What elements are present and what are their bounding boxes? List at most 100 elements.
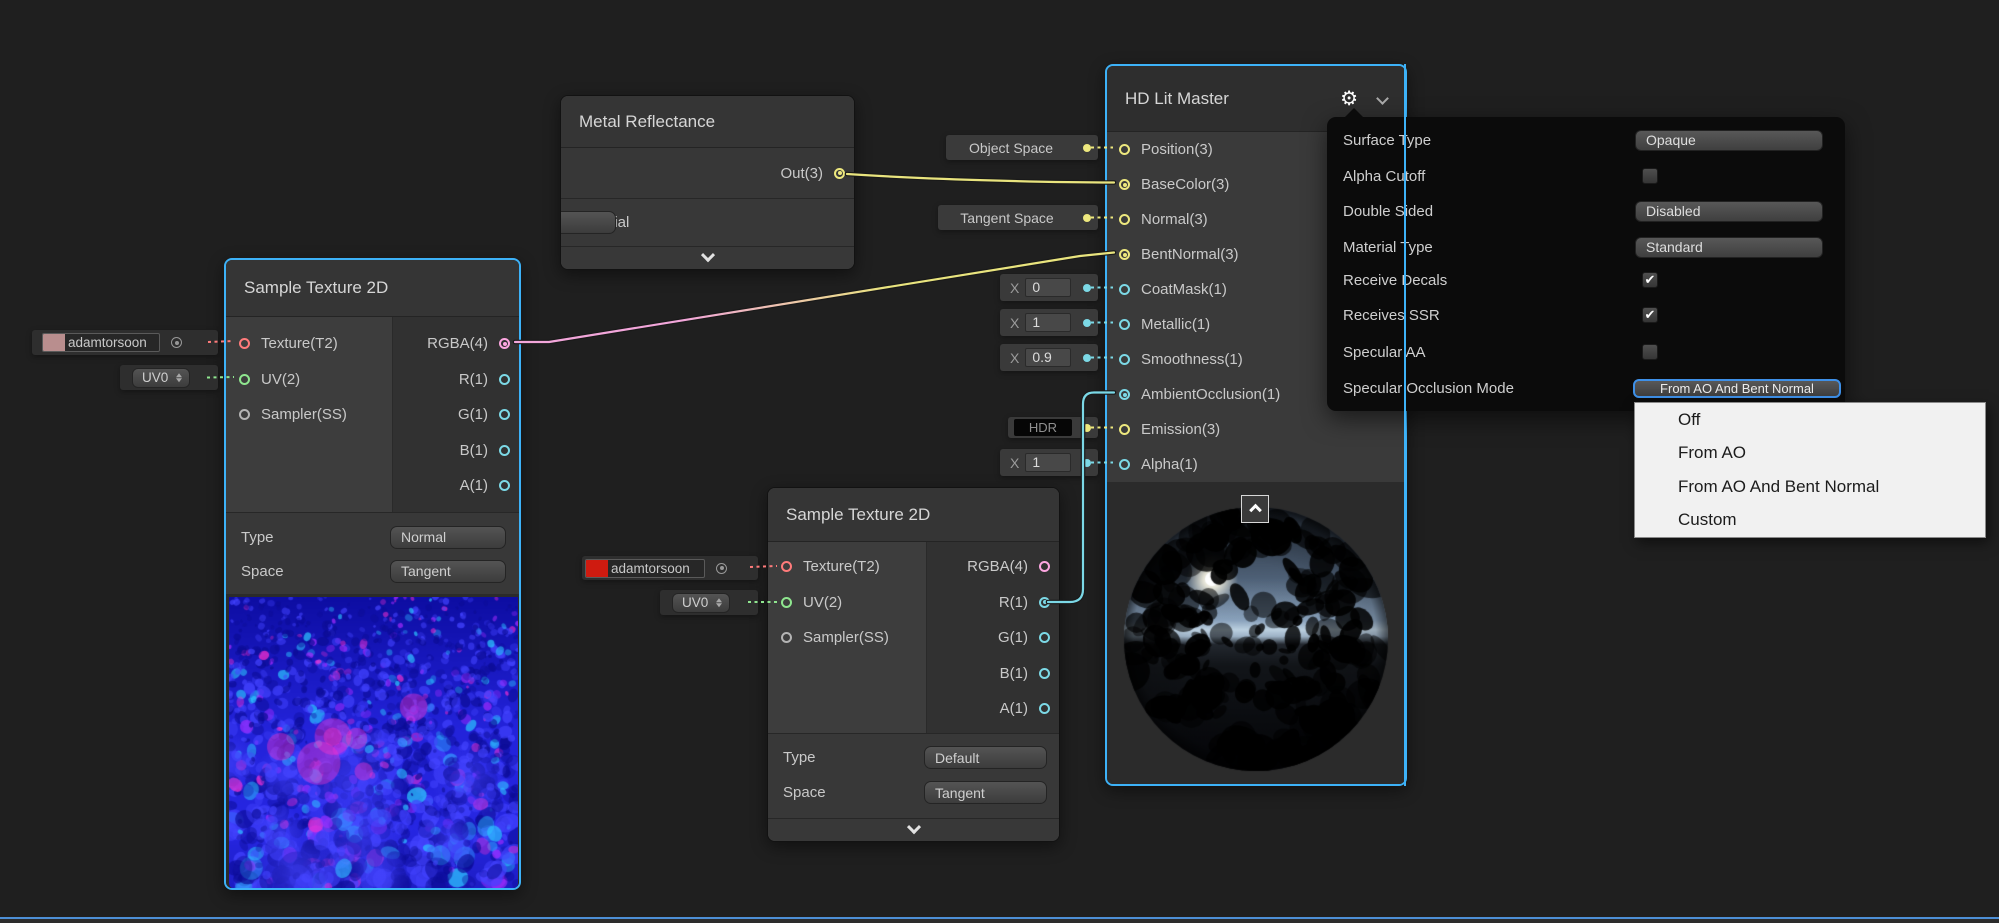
input-port-icon[interactable] — [1119, 284, 1130, 295]
input-port-icon[interactable] — [1119, 179, 1130, 190]
settings-checkbox[interactable] — [1642, 168, 1658, 184]
output-port-icon[interactable] — [1039, 668, 1050, 679]
control-dropdown[interactable]: Normal — [390, 526, 506, 549]
node-titlebar[interactable]: Sample Texture 2D — [768, 488, 1059, 542]
enum-popup-option[interactable]: From AO And Bent Normal — [1635, 470, 1985, 504]
gear-icon[interactable]: ⚙ — [1340, 89, 1358, 109]
pill-smoothness-value[interactable]: X 0.9 — [1000, 344, 1098, 371]
pill-port-dot[interactable] — [1083, 214, 1091, 222]
texture-swatch — [586, 560, 608, 577]
output-port-icon[interactable] — [499, 374, 510, 385]
input-port-icon[interactable] — [1119, 249, 1130, 260]
pill-metallic-value[interactable]: X 1 — [1000, 309, 1098, 336]
output-port-icon[interactable] — [499, 409, 510, 420]
collapse-preview-button[interactable] — [1241, 495, 1269, 523]
input-port-icon[interactable] — [1119, 354, 1130, 365]
port-label: RGBA(4) — [427, 335, 488, 352]
settings-dropdown[interactable]: Opaque — [1635, 130, 1823, 151]
value-field[interactable]: 0 — [1025, 278, 1071, 297]
input-port-icon[interactable] — [1119, 389, 1130, 400]
object-field[interactable]: adamtorsoon — [42, 333, 160, 352]
chevron-down-icon[interactable] — [1376, 92, 1389, 105]
value-prefix: X — [1010, 280, 1019, 296]
output-port-icon[interactable] — [834, 168, 845, 179]
pill-alpha-value[interactable]: X 1 — [1000, 449, 1098, 476]
settings-dropdown[interactable]: Standard — [1635, 237, 1823, 258]
control-dropdown[interactable]: Tangent — [390, 560, 506, 583]
node-titlebar[interactable]: Metal Reflectance — [561, 96, 854, 148]
input-port-icon[interactable] — [781, 632, 792, 643]
pill-port-dot[interactable] — [1083, 144, 1091, 152]
settings-dropdown[interactable]: Disabled — [1635, 201, 1823, 222]
output-port-icon[interactable] — [1039, 703, 1050, 714]
settings-checkbox[interactable] — [1642, 344, 1658, 360]
output-port-icon[interactable] — [499, 480, 510, 491]
value-prefix: X — [1010, 315, 1019, 331]
output-port-icon[interactable] — [1039, 561, 1050, 572]
pill-texture-asset-left[interactable]: adamtorsoon — [32, 330, 218, 355]
settings-label: Surface Type — [1343, 129, 1431, 153]
object-field[interactable]: adamtorsoon — [585, 559, 705, 578]
node-sample-texture-2d-left[interactable]: Sample Texture 2D Texture(T2) UV(2) Samp… — [224, 258, 521, 890]
uv-dropdown[interactable]: UV0 — [132, 368, 190, 388]
port-label: BentNormal(3) — [1141, 246, 1239, 263]
node-metal-reflectance[interactable]: Metal Reflectance Out(3) Material Iron — [560, 95, 855, 270]
output-port-icon[interactable] — [1039, 597, 1050, 608]
port-label: Alpha(1) — [1141, 456, 1198, 473]
pill-port-dot[interactable] — [1083, 284, 1091, 292]
input-port-icon[interactable] — [781, 561, 792, 572]
node-title: Metal Reflectance — [561, 112, 715, 132]
settings-checkbox[interactable] — [1642, 272, 1658, 288]
input-port-icon[interactable] — [781, 597, 792, 608]
enum-popup-option[interactable]: From AO — [1635, 437, 1985, 471]
input-port-icon[interactable] — [1119, 144, 1130, 155]
port-label: Texture(T2) — [803, 558, 880, 575]
input-port-icon[interactable] — [239, 338, 250, 349]
object-picker-icon[interactable] — [716, 563, 727, 574]
input-port-icon[interactable] — [1119, 424, 1130, 435]
control-dropdown[interactable]: Tangent — [924, 781, 1047, 804]
settings-enum-field-focused[interactable]: From AO And Bent Normal — [1633, 379, 1841, 398]
value-field[interactable]: 1 — [1025, 453, 1071, 472]
value-field[interactable]: 1 — [1025, 313, 1071, 332]
pill-emission-hdr[interactable]: HDR — [1008, 417, 1098, 438]
node-input-port-row: Alpha(1) — [1107, 447, 1405, 482]
pill-uv-channel-left[interactable]: UV0 — [120, 365, 218, 390]
settings-checkbox[interactable] — [1642, 307, 1658, 323]
input-port-icon[interactable] — [1119, 459, 1130, 470]
enum-popup-option[interactable]: Custom — [1635, 504, 1985, 538]
pill-texture-asset-bottom[interactable]: adamtorsoon — [582, 556, 758, 580]
input-port-icon[interactable] — [1119, 319, 1130, 330]
material-preview-sphere — [1110, 485, 1406, 785]
node-input-port-row: Texture(T2) — [226, 326, 392, 362]
control-dropdown[interactable]: Iron — [560, 211, 616, 234]
pill-coatmask-value[interactable]: X 0 — [1000, 274, 1098, 301]
pill-object-space[interactable]: Object Space — [946, 135, 1098, 160]
enum-popup-option[interactable]: Off — [1635, 403, 1985, 437]
node-collapse-button[interactable] — [768, 818, 1059, 841]
control-dropdown[interactable]: Default — [924, 746, 1047, 769]
node-collapse-button[interactable] — [561, 246, 854, 269]
output-port-icon[interactable] — [499, 338, 510, 349]
control-label: Space — [226, 563, 284, 580]
pill-port-dot[interactable] — [1083, 354, 1091, 362]
pill-port-dot[interactable] — [1083, 459, 1091, 467]
output-port-icon[interactable] — [1039, 632, 1050, 643]
node-sample-texture-2d-bottom[interactable]: Sample Texture 2D Texture(T2) UV(2) Samp… — [767, 487, 1060, 842]
shader-graph-canvas[interactable]: { "nodes": { "sample_left": { "title": "… — [0, 0, 1999, 923]
pill-tangent-space[interactable]: Tangent Space — [938, 205, 1098, 230]
object-picker-icon[interactable] — [171, 337, 182, 348]
output-port-icon[interactable] — [499, 445, 510, 456]
port-label: Smoothness(1) — [1141, 351, 1243, 368]
pill-port-dot[interactable] — [1083, 319, 1091, 327]
node-titlebar[interactable]: Sample Texture 2D — [226, 260, 519, 317]
value-prefix: X — [1010, 350, 1019, 366]
pill-uv-channel-bottom[interactable]: UV0 — [660, 590, 758, 615]
input-port-icon[interactable] — [239, 409, 250, 420]
uv-dropdown[interactable]: UV0 — [672, 593, 730, 613]
pill-port-dot[interactable] — [1083, 424, 1091, 432]
node-input-port-row: Texture(T2) — [768, 549, 926, 585]
value-field[interactable]: 0.9 — [1025, 348, 1071, 367]
input-port-icon[interactable] — [1119, 214, 1130, 225]
input-port-icon[interactable] — [239, 374, 250, 385]
